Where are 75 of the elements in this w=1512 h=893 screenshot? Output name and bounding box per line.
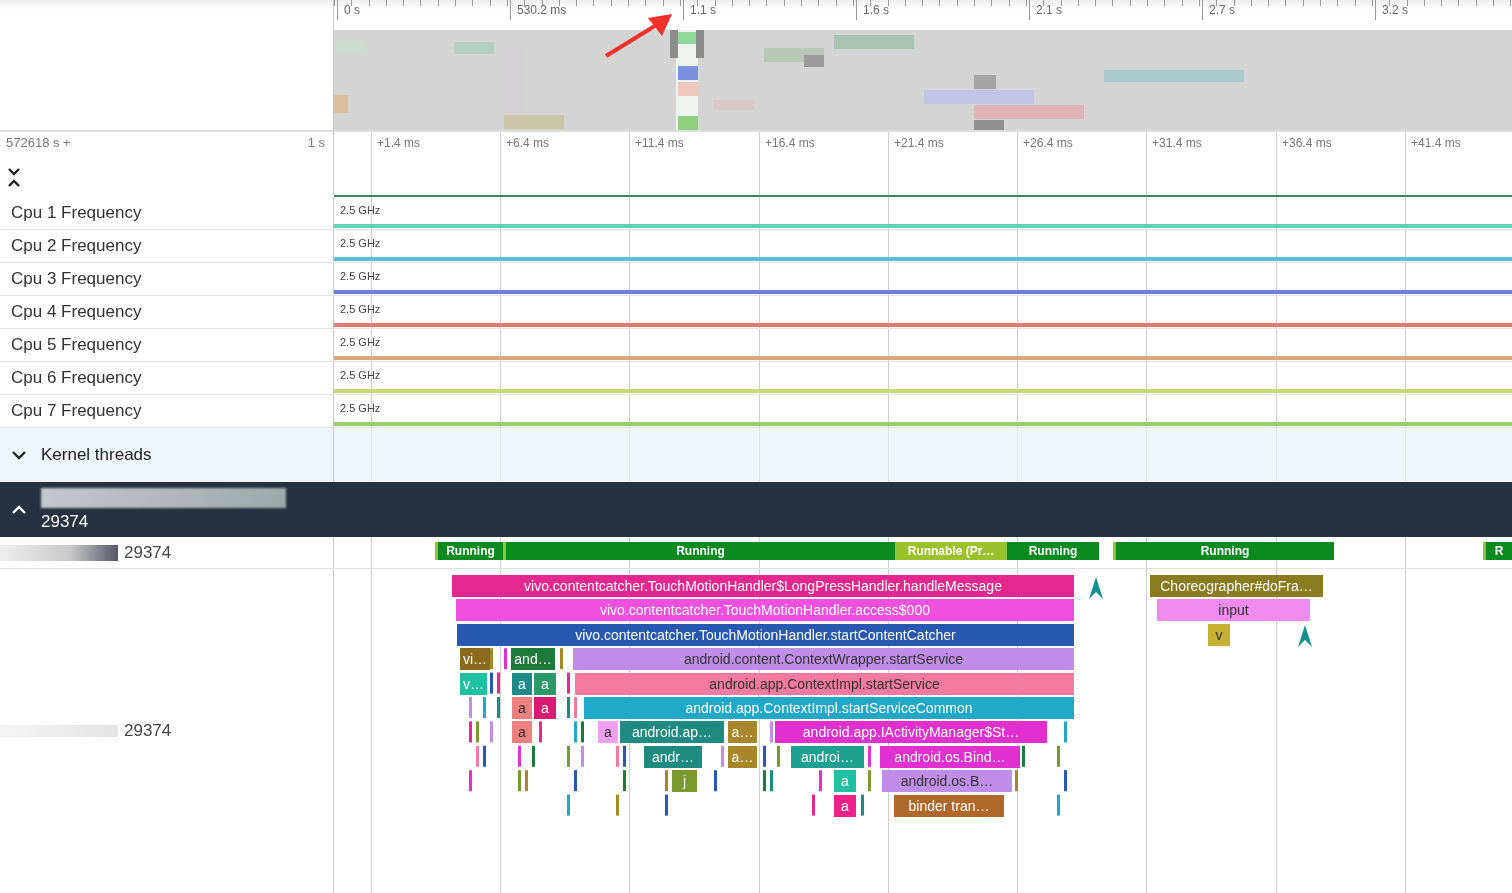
trace-slice[interactable]: Choreographer#doFra… bbox=[1150, 575, 1323, 597]
trace-slice[interactable]: a bbox=[598, 721, 618, 744]
axis-tick-label: +16.4 ms bbox=[765, 136, 815, 150]
trace-slice[interactable]: a bbox=[534, 672, 556, 695]
chevron-icon[interactable] bbox=[11, 450, 27, 460]
frequency-reading: 2.5 GHz bbox=[340, 237, 381, 249]
frequency-reading: 2.5 GHz bbox=[340, 204, 381, 216]
axis-tick-label: 3.2 s bbox=[1375, 0, 1408, 20]
thread-state-segment[interactable]: R bbox=[1483, 542, 1512, 560]
process-id: 29374 bbox=[41, 511, 90, 532]
trace-slice[interactable]: a bbox=[512, 721, 532, 744]
trace-slice[interactable]: android.app.IActivityManager$St… bbox=[775, 721, 1047, 744]
trace-slice[interactable]: a bbox=[512, 697, 532, 719]
axis-tick-label: +31.4 ms bbox=[1152, 136, 1202, 150]
thread-state-segment[interactable]: Running bbox=[1004, 542, 1099, 560]
trace-slice[interactable]: android.app.ContextImpl.startService bbox=[575, 672, 1074, 695]
group-label: Kernel threads bbox=[41, 445, 152, 465]
trace-slice[interactable]: a bbox=[834, 770, 856, 793]
axis-tick-label: +41.4 ms bbox=[1411, 136, 1461, 150]
track-label: Cpu 7 Frequency bbox=[11, 401, 142, 421]
trace-slice[interactable]: vi… bbox=[460, 648, 490, 671]
arrowhead-icon[interactable] bbox=[1298, 625, 1312, 647]
trace-slice[interactable]: android.ap… bbox=[620, 721, 724, 744]
axis-tick-label: +21.4 ms bbox=[894, 136, 944, 150]
trace-slice[interactable]: a bbox=[512, 672, 532, 695]
trace-slice[interactable]: vivo.contentcatcher.TouchMotionHandler.startContentCatcher bbox=[457, 623, 1074, 646]
thread-state-segment[interactable]: Running bbox=[435, 542, 503, 560]
track-label: Cpu 4 Frequency bbox=[11, 302, 142, 322]
trace-slice[interactable]: and… bbox=[511, 648, 555, 671]
trace-slice[interactable]: android.os.B… bbox=[882, 770, 1012, 793]
thread-label: 29374 bbox=[124, 721, 172, 741]
trace-slice[interactable]: androi… bbox=[791, 745, 864, 768]
thread-state-segment[interactable]: Running bbox=[503, 542, 895, 560]
axis-tick-label: +11.4 ms bbox=[635, 136, 684, 150]
trace-slice[interactable]: vivo.contentcatcher.TouchMotionHandler$LongPressHandler.handleMessage bbox=[452, 575, 1074, 597]
thread-label: 29374 bbox=[124, 542, 172, 563]
trace-slice[interactable]: a… bbox=[728, 745, 757, 768]
axis-tick-label: +1.4 ms bbox=[377, 136, 421, 150]
trace-slice[interactable]: v… bbox=[460, 672, 487, 695]
trace-slice[interactable]: android.content.ContextWrapper.startService bbox=[573, 648, 1074, 671]
trace-slice[interactable]: android.os.Bind… bbox=[880, 745, 1020, 768]
axis-tick-label: 1.6 s bbox=[856, 0, 889, 20]
arrowhead-icon[interactable] bbox=[1089, 577, 1103, 599]
track-label: Cpu 6 Frequency bbox=[11, 368, 142, 388]
axis-tick-label: 530.2 ms bbox=[510, 0, 567, 20]
frequency-reading: 2.5 GHz bbox=[340, 303, 381, 315]
thread-state-segment[interactable]: Running bbox=[1113, 542, 1334, 560]
axis-tick-label: 0 s bbox=[337, 0, 360, 20]
frequency-reading: 2.5 GHz bbox=[340, 270, 381, 282]
trace-slice[interactable]: j bbox=[672, 770, 697, 793]
trace-slice[interactable]: input bbox=[1157, 599, 1310, 622]
frequency-reading: 2.5 GHz bbox=[340, 369, 381, 381]
axis-tick-label: +6.4 ms bbox=[506, 136, 550, 150]
trace-slice[interactable]: a bbox=[834, 794, 856, 817]
axis-tick-label: +36.4 ms bbox=[1282, 136, 1332, 150]
frequency-reading: 2.5 GHz bbox=[340, 336, 381, 348]
frequency-reading: 2.5 GHz bbox=[340, 402, 381, 414]
track-label: Cpu 5 Frequency bbox=[11, 335, 142, 355]
scale-label: 1 s bbox=[307, 135, 325, 150]
trace-slice[interactable]: a… bbox=[728, 721, 757, 744]
axis-tick-label: 1.1 s bbox=[683, 0, 716, 20]
track-label: Cpu 1 Frequency bbox=[11, 203, 142, 223]
axis-tick-label: +26.4 ms bbox=[1023, 136, 1073, 150]
trace-slice[interactable]: binder tran… bbox=[894, 794, 1004, 817]
time-offset-label: 572618 s + bbox=[6, 135, 71, 150]
trace-slice[interactable]: a bbox=[534, 697, 556, 719]
track-label: Cpu 2 Frequency bbox=[11, 236, 142, 256]
axis-tick-label: 2.1 s bbox=[1029, 0, 1062, 20]
trace-slice[interactable]: v bbox=[1208, 623, 1230, 646]
track-label: Cpu 3 Frequency bbox=[11, 269, 142, 289]
trace-slice[interactable]: android.app.ContextImpl.startServiceCommon bbox=[584, 697, 1074, 719]
trace-slice[interactable]: vivo.contentcatcher.TouchMotionHandler.access$000 bbox=[456, 599, 1074, 622]
trace-slice[interactable]: andr… bbox=[644, 745, 702, 768]
axis-tick-label: 2.7 s bbox=[1202, 0, 1235, 20]
annotation-arrow bbox=[604, 12, 674, 58]
